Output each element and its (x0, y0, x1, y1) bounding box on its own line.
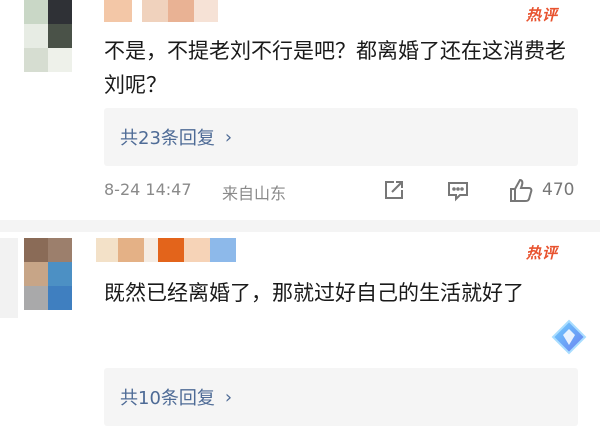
comment-icon[interactable] (444, 176, 472, 208)
diamond-badge-icon (550, 318, 588, 360)
comment-text: 既然已经离婚了，那就过好自己的生活就好了 (104, 281, 524, 305)
comment-text: 不是，不提老刘不行是吧？都离婚了还在这消费老刘呢？ (104, 39, 566, 97)
hot-comment-badge: 热评 (526, 6, 559, 24)
comment-meta: 8-24 14:47 来自山东 470 (104, 176, 584, 206)
side-bar (0, 238, 18, 318)
location: 来自山东 (222, 184, 287, 203)
hot-comment-badge: 热评 (526, 244, 559, 262)
replies-count-label: 共10条回复 (120, 388, 215, 409)
avatar[interactable] (24, 238, 72, 310)
timestamp: 8-24 14:47 (104, 180, 192, 199)
share-icon[interactable] (380, 176, 408, 208)
username[interactable] (96, 238, 264, 262)
thumbs-up-icon[interactable] (506, 176, 536, 210)
avatar[interactable] (24, 0, 72, 72)
chevron-right-icon: › (224, 386, 233, 408)
chevron-right-icon: › (224, 126, 233, 148)
username[interactable] (104, 0, 244, 22)
like-count: 470 (542, 180, 575, 200)
comment-divider (0, 220, 600, 232)
view-replies-button[interactable]: 共10条回复 › (104, 368, 578, 426)
replies-count-label: 共23条回复 (120, 128, 215, 149)
view-replies-button[interactable]: 共23条回复 › (104, 108, 578, 166)
